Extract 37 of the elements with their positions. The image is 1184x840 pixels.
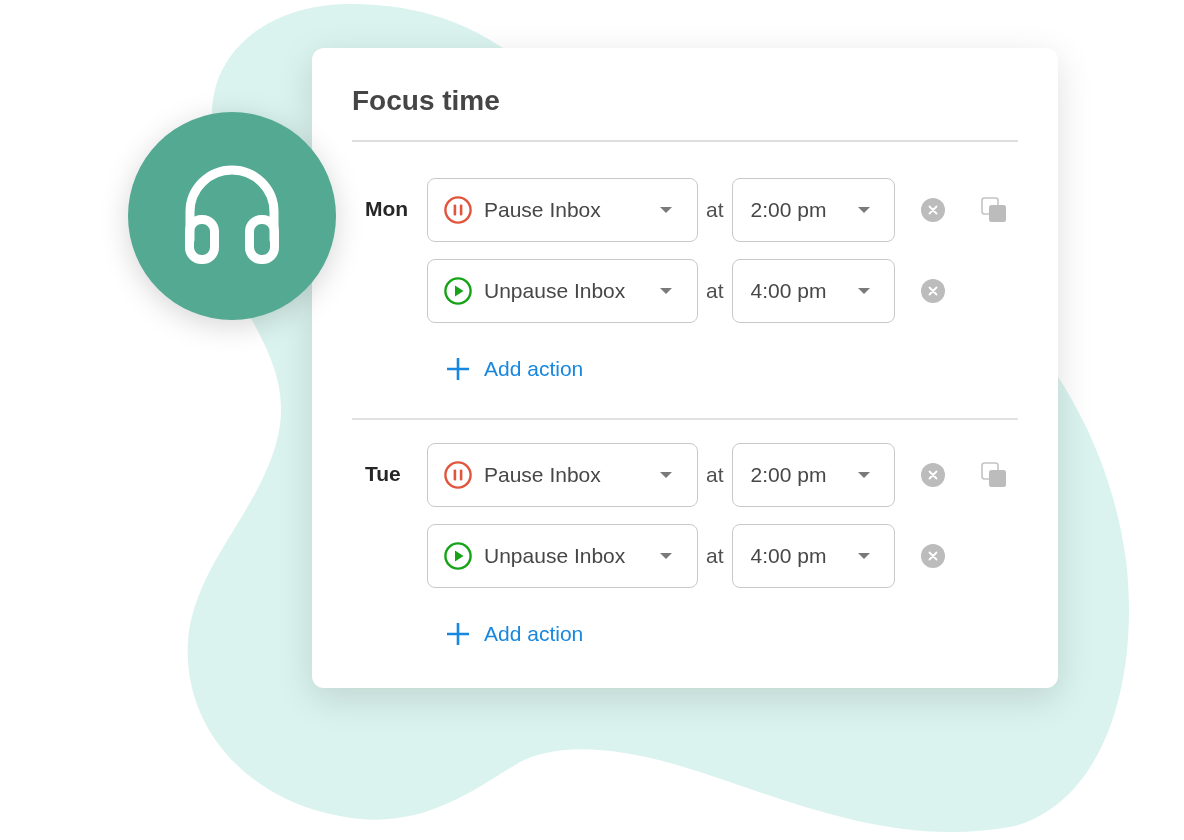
time-dropdown[interactable]: 4:00 pm <box>731 259 895 323</box>
copy-icon[interactable] <box>980 197 1007 223</box>
add-action-button[interactable]: Add action <box>446 622 584 646</box>
remove-icon[interactable] <box>920 463 945 487</box>
time-dropdown[interactable]: 4:00 pm <box>731 524 895 588</box>
time-dropdown[interactable]: 2:00 pm <box>731 443 895 507</box>
pause-icon <box>444 461 472 489</box>
caret-icon <box>660 472 672 478</box>
action-dropdown[interactable]: Unpause Inbox <box>427 259 698 323</box>
play-icon <box>444 277 472 305</box>
action-dropdown[interactable]: Pause Inbox <box>427 178 698 242</box>
caret-icon <box>660 288 672 294</box>
at-label: at <box>706 544 724 568</box>
at-label: at <box>706 198 724 222</box>
plus-icon <box>446 357 470 381</box>
remove-icon[interactable] <box>920 198 945 222</box>
pause-icon <box>444 196 472 224</box>
card-title: Focus time <box>352 84 500 118</box>
day-label: Tue <box>364 461 401 487</box>
caret-icon <box>857 553 870 559</box>
caret-icon <box>857 207 870 213</box>
caret-icon <box>660 553 672 559</box>
copy-icon[interactable] <box>980 462 1007 488</box>
remove-icon[interactable] <box>920 544 945 568</box>
day-label: Mon <box>364 196 409 222</box>
plus-icon <box>446 622 470 646</box>
at-label: at <box>706 279 724 303</box>
at-label: at <box>706 463 724 487</box>
action-dropdown[interactable]: Pause Inbox <box>427 443 698 507</box>
action-dropdown[interactable]: Unpause Inbox <box>427 524 698 588</box>
caret-icon <box>857 472 870 478</box>
add-action-button[interactable]: Add action <box>446 357 584 381</box>
play-icon <box>444 542 472 570</box>
caret-icon <box>857 288 870 294</box>
caret-icon <box>660 207 672 213</box>
time-dropdown[interactable]: 2:00 pm <box>731 178 895 242</box>
remove-icon[interactable] <box>920 279 945 303</box>
